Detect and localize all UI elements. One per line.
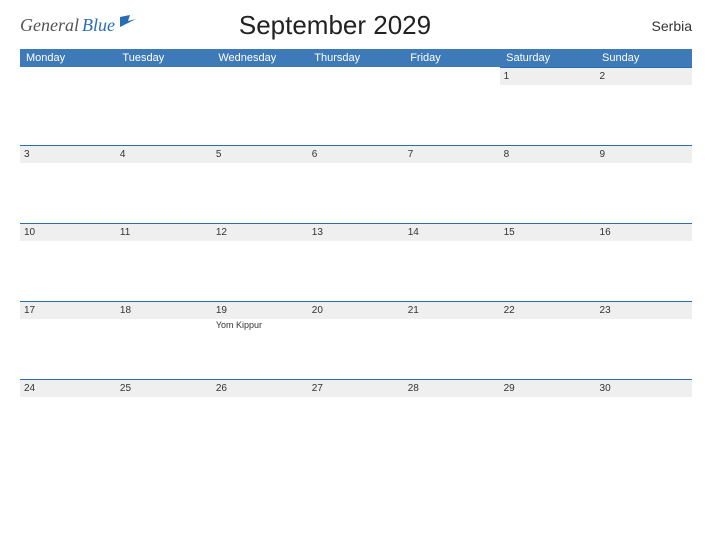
day-number: 22 [500, 301, 596, 319]
day-number: 23 [596, 301, 692, 319]
calendar-cell [308, 67, 404, 145]
calendar-cell: 22 [500, 301, 596, 379]
calendar-cell: 19Yom Kippur [212, 301, 308, 379]
calendar-cell: 7 [404, 145, 500, 223]
dow-wed: Wednesday [212, 49, 308, 67]
day-number: 10 [20, 223, 116, 241]
day-number: 27 [308, 379, 404, 397]
calendar-cell: 17 [20, 301, 116, 379]
dow-mon: Monday [20, 49, 116, 67]
calendar-title: September 2029 [58, 10, 612, 41]
calendar-cell: 21 [404, 301, 500, 379]
day-number: 13 [308, 223, 404, 241]
calendar-grid: Monday Tuesday Wednesday Thursday Friday… [20, 49, 692, 457]
calendar-cell [212, 67, 308, 145]
day-number: 9 [596, 145, 692, 163]
calendar-cell: 28 [404, 379, 500, 457]
day-of-week-row: Monday Tuesday Wednesday Thursday Friday… [20, 49, 692, 67]
calendar-cell: 29 [500, 379, 596, 457]
dow-thu: Thursday [308, 49, 404, 67]
calendar-cell: 14 [404, 223, 500, 301]
calendar-cell: 10 [20, 223, 116, 301]
day-number: 16 [596, 223, 692, 241]
calendar-cell: 13 [308, 223, 404, 301]
calendar-cell: 2 [596, 67, 692, 145]
calendar-cell: 6 [308, 145, 404, 223]
day-number [116, 67, 212, 85]
dow-sun: Sunday [596, 49, 692, 67]
calendar-cell: 23 [596, 301, 692, 379]
calendar-cell: 11 [116, 223, 212, 301]
day-number: 18 [116, 301, 212, 319]
day-number: 21 [404, 301, 500, 319]
day-number: 12 [212, 223, 308, 241]
calendar-week: 10111213141516 [20, 223, 692, 301]
day-number: 4 [116, 145, 212, 163]
day-number: 6 [308, 145, 404, 163]
calendar-cell: 8 [500, 145, 596, 223]
holiday-label: Yom Kippur [212, 319, 308, 331]
calendar-cell: 9 [596, 145, 692, 223]
calendar-cell: 3 [20, 145, 116, 223]
calendar-header: General Blue September 2029 Serbia [20, 10, 692, 41]
calendar-week: 24252627282930 [20, 379, 692, 457]
dow-tue: Tuesday [116, 49, 212, 67]
day-number [308, 67, 404, 85]
day-number: 26 [212, 379, 308, 397]
day-number: 7 [404, 145, 500, 163]
day-number: 29 [500, 379, 596, 397]
day-number: 30 [596, 379, 692, 397]
day-number: 17 [20, 301, 116, 319]
calendar-cell [404, 67, 500, 145]
calendar-cell: 24 [20, 379, 116, 457]
brand-flag-icon [120, 15, 138, 34]
calendar-cell: 16 [596, 223, 692, 301]
calendar-cell: 30 [596, 379, 692, 457]
calendar-cell: 27 [308, 379, 404, 457]
day-number: 20 [308, 301, 404, 319]
dow-sat: Saturday [500, 49, 596, 67]
day-number: 2 [596, 67, 692, 85]
day-number [212, 67, 308, 85]
calendar-week: 171819Yom Kippur20212223 [20, 301, 692, 379]
day-number: 5 [212, 145, 308, 163]
day-number: 8 [500, 145, 596, 163]
calendar-week: 3456789 [20, 145, 692, 223]
day-number: 3 [20, 145, 116, 163]
calendar-cell: 20 [308, 301, 404, 379]
day-number: 19 [212, 301, 308, 319]
calendar-cell [116, 67, 212, 145]
calendar-cell: 5 [212, 145, 308, 223]
calendar-cell: 18 [116, 301, 212, 379]
calendar-cell [20, 67, 116, 145]
day-number: 25 [116, 379, 212, 397]
day-number: 1 [500, 67, 596, 85]
country-label: Serbia [612, 18, 692, 34]
calendar-cell: 25 [116, 379, 212, 457]
dow-fri: Friday [404, 49, 500, 67]
calendar-cell: 12 [212, 223, 308, 301]
day-number: 28 [404, 379, 500, 397]
day-number: 14 [404, 223, 500, 241]
calendar-week: 12 [20, 67, 692, 145]
calendar-cell: 1 [500, 67, 596, 145]
day-number [404, 67, 500, 85]
calendar-cell: 26 [212, 379, 308, 457]
calendar-cell: 4 [116, 145, 212, 223]
calendar-cell: 15 [500, 223, 596, 301]
day-number: 24 [20, 379, 116, 397]
day-number [20, 67, 116, 85]
day-number: 15 [500, 223, 596, 241]
day-number: 11 [116, 223, 212, 241]
